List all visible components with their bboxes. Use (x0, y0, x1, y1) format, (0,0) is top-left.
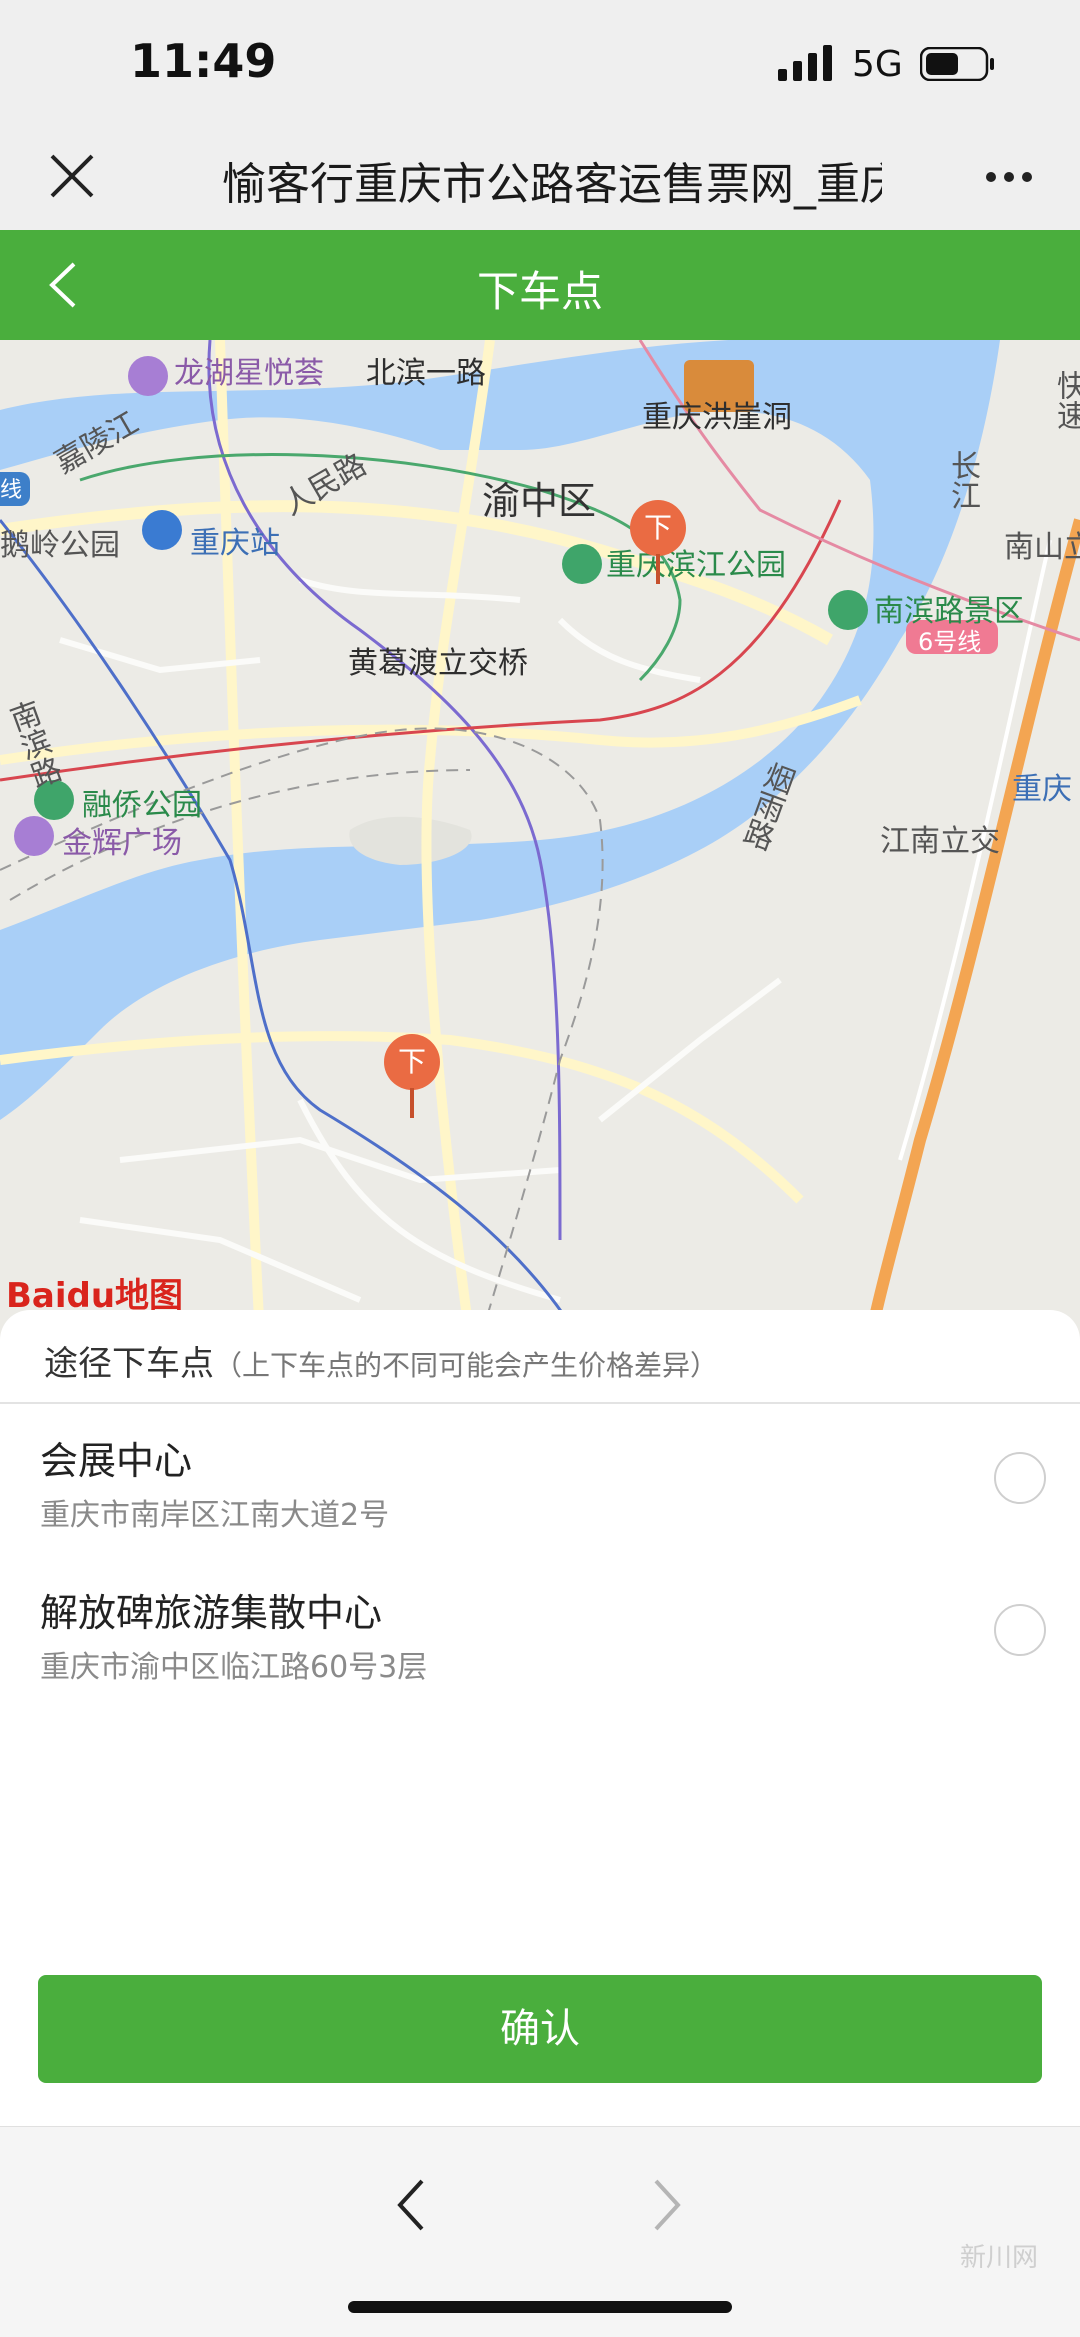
map-label: 线 (0, 478, 23, 503)
map-label: 龙湖星悦荟 (174, 356, 324, 391)
panel-header-title: 途径下车点 (44, 1344, 214, 1384)
stop-radio[interactable] (994, 1604, 1046, 1656)
panel-header: 途径下车点（上下车点的不同可能会产生价格差异） (44, 1336, 718, 1385)
map-label: 江南立交 (880, 824, 1000, 859)
dropoff-pin-label: 下 (630, 500, 686, 556)
map-label: 重庆 (1012, 772, 1072, 807)
status-bar: 11:49 5G (0, 0, 1080, 130)
watermark: 新川网 (960, 2243, 1039, 2273)
map-label: 重庆洪崖洞 (642, 400, 792, 435)
battery-icon (920, 47, 994, 81)
close-icon[interactable] (46, 150, 98, 202)
status-time: 11:49 (130, 34, 277, 88)
map-label: 黄葛渡立交桥 (348, 646, 528, 681)
train-station-icon[interactable] (142, 510, 182, 550)
signal-icon (778, 45, 832, 81)
stop-name: 解放碑旅游集散中心 (40, 1591, 383, 1635)
shopping-poi-icon[interactable] (128, 356, 168, 396)
more-icon[interactable] (984, 170, 1034, 184)
divider (0, 1402, 1080, 1404)
dropoff-pin[interactable]: 下 (384, 1034, 440, 1124)
park-icon[interactable] (828, 590, 868, 630)
dropoff-pin[interactable]: 下 (630, 500, 686, 590)
map-label: 快速 (1051, 370, 1080, 430)
stop-option[interactable]: 解放碑旅游集散中心 重庆市渝中区临江路60号3层 (0, 1582, 1080, 1732)
stop-address: 重庆市渝中区临江路60号3层 (40, 1650, 428, 1685)
dropoff-panel: 途径下车点（上下车点的不同可能会产生价格差异） 会展中心 重庆市南岸区江南大道2… (0, 1310, 1080, 2136)
stop-radio[interactable] (994, 1452, 1046, 1504)
map-label: 南滨路景区 (874, 594, 1024, 629)
page-title: 下车点 (476, 267, 603, 316)
map[interactable]: 龙湖星悦荟 北滨一路 嘉陵江 人民路 重庆洪崖洞 长江 6号线 渝中区 鹅岭公园… (0, 340, 1080, 1340)
map-label: 渝中区 (482, 479, 597, 523)
browser-title: 愉客行重庆市公路客运售票网_重庆 (222, 159, 882, 210)
map-label: 鹅岭公园 (0, 528, 120, 563)
home-indicator[interactable] (348, 2301, 732, 2313)
network-type: 5G (852, 44, 903, 85)
panel-header-note: （上下车点的不同可能会产生价格差异） (214, 1349, 719, 1382)
dropoff-pin-label: 下 (384, 1034, 440, 1090)
park-icon[interactable] (562, 544, 602, 584)
confirm-button[interactable]: 确认 (38, 1975, 1042, 2083)
map-label: 北滨一路 (366, 356, 486, 391)
map-label: 金辉广场 (62, 826, 182, 861)
browser-header: 愉客行重庆市公路客运售票网_重庆 (0, 130, 1080, 230)
page-header: 下车点 (0, 230, 1080, 340)
stop-address: 重庆市南岸区江南大道2号 (40, 1498, 390, 1533)
nav-back-icon[interactable] (396, 2177, 426, 2233)
stop-option[interactable]: 会展中心 重庆市南岸区江南大道2号 (0, 1430, 1080, 1580)
map-label: 南山立 (1004, 530, 1080, 565)
map-label: 长江 (945, 450, 980, 510)
map-label: 重庆站 (190, 526, 280, 561)
stop-name: 会展中心 (40, 1439, 193, 1483)
browser-nav-bar: 新川网 (0, 2126, 1080, 2337)
shopping-poi-icon[interactable] (14, 816, 54, 856)
nav-forward-icon[interactable] (652, 2177, 682, 2233)
